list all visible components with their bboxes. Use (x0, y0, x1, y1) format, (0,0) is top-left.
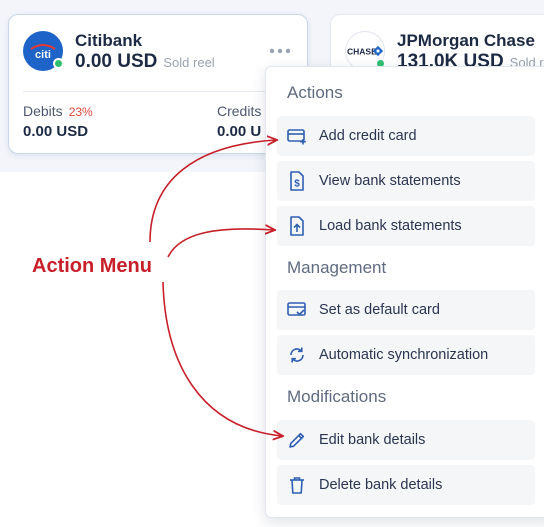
annotation-arrows (149, 0, 544, 527)
arrow-to-edit-bank-details (162, 281, 282, 436)
arrow-to-add-credit-card (149, 140, 276, 243)
arrow-to-load-bank-statements (167, 229, 274, 258)
